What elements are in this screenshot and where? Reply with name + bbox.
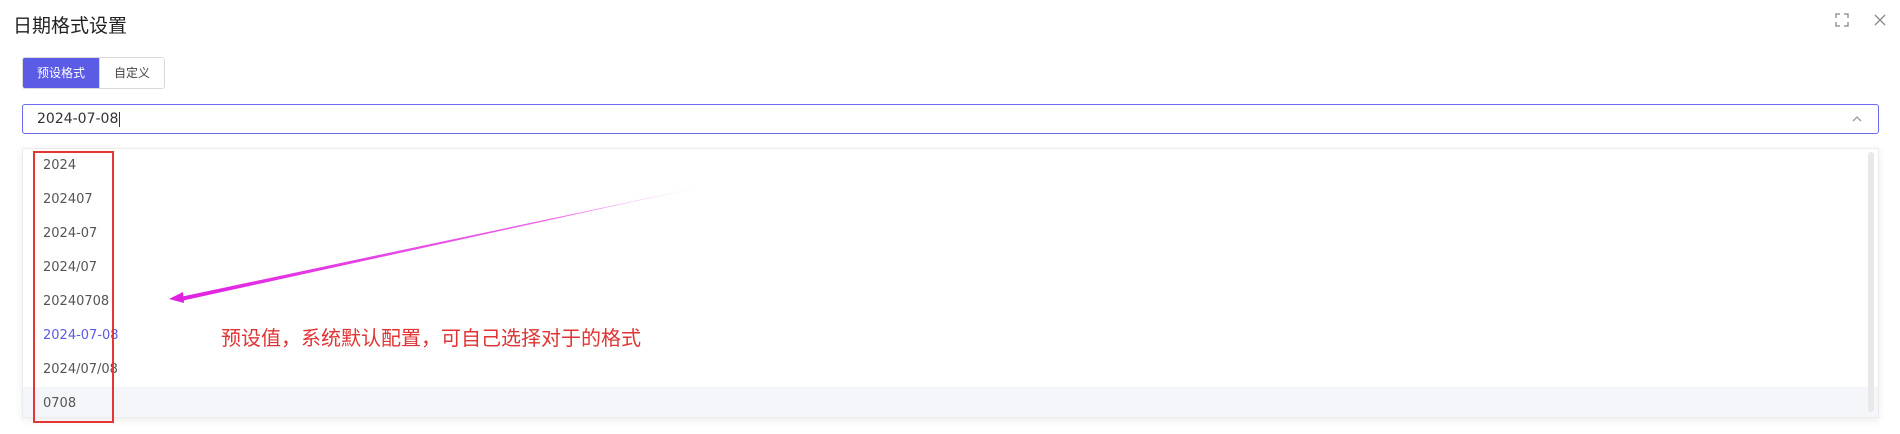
close-icon[interactable] (1872, 12, 1888, 28)
option-item[interactable]: 20240708 (23, 285, 1878, 319)
tab-custom[interactable]: 自定义 (99, 58, 165, 88)
option-item-hovered[interactable]: 0708 (23, 387, 1878, 417)
fullscreen-icon[interactable] (1834, 12, 1850, 28)
option-item[interactable]: 2024/07 (23, 251, 1878, 285)
option-item[interactable]: 202407 (23, 183, 1878, 217)
option-item[interactable]: 2024 (23, 149, 1878, 183)
select-value: 2024-07-08 (37, 111, 119, 127)
option-item[interactable]: 2024-07 (23, 217, 1878, 251)
dialog-title: 日期格式设置 (13, 15, 128, 37)
chevron-up-icon[interactable] (1850, 112, 1864, 126)
format-tabs: 预设格式 自定义 (22, 57, 166, 89)
text-cursor (119, 111, 121, 127)
annotation-text: 预设值，系统默认配置，可自己选择对于的格式 (221, 326, 641, 350)
option-item[interactable]: 2024/07/08 (23, 353, 1878, 387)
date-format-select[interactable]: 2024-07-08 (22, 104, 1879, 134)
format-dropdown: 2024 202407 2024-07 2024/07 20240708 202… (22, 148, 1879, 418)
dropdown-scrollbar[interactable] (1868, 152, 1874, 412)
tab-preset-format[interactable]: 预设格式 (23, 58, 100, 88)
window-controls (1834, 12, 1888, 28)
